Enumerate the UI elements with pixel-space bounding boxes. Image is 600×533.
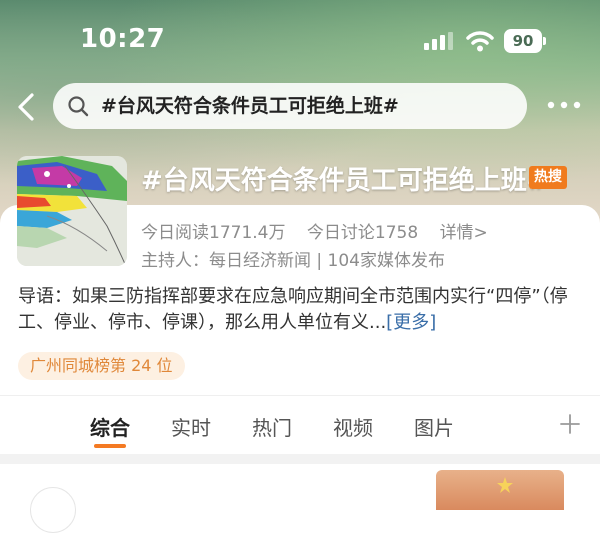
star-icon xyxy=(497,477,513,493)
tab-realtime[interactable]: 实时 xyxy=(171,412,211,441)
search-icon xyxy=(68,96,89,117)
signal-icon xyxy=(424,32,453,50)
more-link[interactable]: [更多] xyxy=(386,312,436,333)
details-link[interactable]: 详情> xyxy=(440,223,488,243)
plus-icon[interactable] xyxy=(559,413,581,435)
section-separator xyxy=(0,454,600,464)
tab-bar: 综合 实时 热门 视频 图片 xyxy=(0,396,600,454)
post-image[interactable] xyxy=(436,470,564,510)
status-time: 10:27 xyxy=(80,24,166,54)
search-query: #台风天符合条件员工可拒绝上班# xyxy=(101,95,399,117)
chevron-left-icon[interactable] xyxy=(14,92,40,122)
tab-comprehensive[interactable]: 综合 xyxy=(90,412,130,441)
topic-intro: 导语：如果三防指挥部要求在应急响应期间全市范围内实行“四停”（停工、停业、停市、… xyxy=(18,284,584,336)
topic-stats: 今日阅读1771.4万 今日讨论1758 详情> xyxy=(141,218,488,243)
intro-text: 导语：如果三防指挥部要求在应急响应期间全市范围内实行“四停”（停工、停业、停市、… xyxy=(18,286,568,333)
topic-host[interactable]: 主持人：每日经济新闻 | 104家媒体发布 xyxy=(141,246,445,271)
battery-icon: 90 xyxy=(504,29,546,53)
reads-count: 今日阅读1771.4万 xyxy=(141,223,286,243)
wifi-icon xyxy=(466,31,494,52)
feed-post-partial[interactable] xyxy=(0,464,600,533)
more-icon[interactable] xyxy=(546,100,582,110)
avatar[interactable] xyxy=(30,487,76,533)
topic-title: #台风天符合条件员工可拒绝上班# xyxy=(141,166,549,196)
search-bar[interactable]: #台风天符合条件员工可拒绝上班# xyxy=(53,83,527,129)
tab-hot[interactable]: 热门 xyxy=(252,412,292,441)
typhoon-map-thumbnail[interactable] xyxy=(17,156,127,266)
tab-images[interactable]: 图片 xyxy=(414,412,454,441)
active-tab-indicator xyxy=(94,444,126,448)
discussions-count: 今日讨论1758 xyxy=(306,223,419,243)
tab-video[interactable]: 视频 xyxy=(333,412,373,441)
rank-badge[interactable]: 广州同城榜第 24 位 xyxy=(18,352,185,380)
hot-search-badge: 热搜 xyxy=(529,166,567,189)
